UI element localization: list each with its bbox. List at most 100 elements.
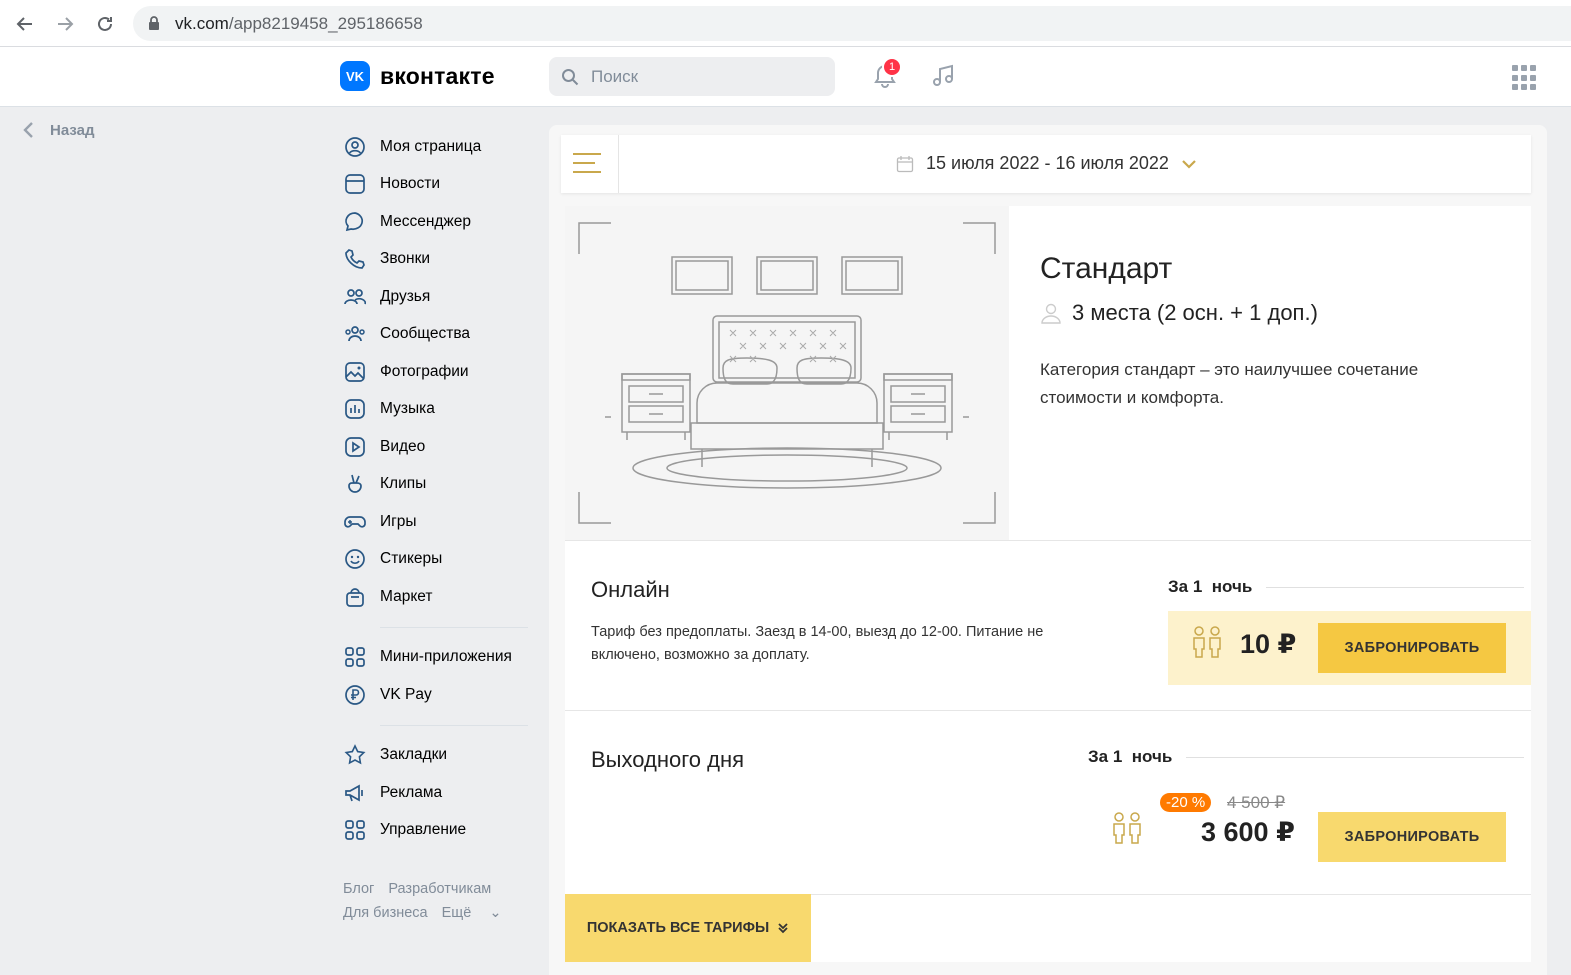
tariff-name: Выходного дня [591,747,745,772]
book-button[interactable]: ЗАБРОНИРОВАТЬ [1318,623,1506,673]
back-label: Назад [50,121,95,139]
show-all-tariffs-button[interactable]: ПОКАЗАТЬ ВСЕ ТАРИФЫ [565,894,811,962]
two-persons-icon [1193,626,1221,658]
url-text: vk.com/app8219458_295186658 [175,14,423,33]
reload-icon [98,16,112,31]
apps-icon [343,645,367,669]
tariff-price: 10 ₽ [1240,629,1297,659]
sidebar-item-label: VK Pay [380,685,432,703]
gamepad-icon [343,510,367,534]
two-persons-icon [1113,812,1141,844]
phone-icon [343,247,367,271]
notification-badge: 1 [882,57,902,77]
old-price: 4 500 ₽ [1227,793,1286,812]
sidebar-item-management[interactable]: Управление [343,812,533,850]
sidebar-item-mini-apps[interactable]: Мини-приложения [343,639,533,677]
browser-back-button[interactable] [12,11,38,37]
chevron-left-icon [23,122,33,138]
tariff-weekend: Выходного дня За 1 ночь -20 % 4 500 ₽ 3 … [565,710,1531,894]
sidebar-item-label: Реклама [380,783,443,801]
divider [811,894,1531,895]
sidebar-item-label: Клипы [380,475,427,493]
sidebar-divider [380,626,528,628]
sidebar-item-news[interactable]: Новости [343,166,533,204]
sidebar-item-stickers[interactable]: Стикеры [343,541,533,579]
back-link[interactable]: Назад [20,120,94,140]
sidebar-item-label: Стикеры [380,550,443,568]
sidebar-item-bookmarks[interactable]: Закладки [343,737,533,775]
footer-more-link[interactable]: Ещё ⌄ [442,905,516,921]
vk-logo-text: вконтакте [380,62,495,89]
sidebar-item-calls[interactable]: Звонки [343,241,533,279]
sidebar-item-clips[interactable]: Клипы [343,466,533,504]
sidebar-item-communities[interactable]: Сообщества [343,316,533,354]
tariff-price: 3 600 ₽ [1201,817,1295,847]
sidebar-item-label: Фотографии [380,362,469,380]
sidebar-item-label: Друзья [380,287,431,305]
sidebar-item-market[interactable]: Маркет [343,578,533,616]
sidebar-item-label: Моя страница [380,137,482,155]
sidebar-item-my-page[interactable]: Моя страница [343,128,533,166]
sidebar-item-video[interactable]: Видео [343,428,533,466]
person-icon [1041,303,1061,324]
browser-reload-button[interactable] [92,11,118,37]
discount-badge: -20 % [1160,793,1212,812]
footer-blog-link[interactable]: Блог [343,881,374,897]
chevron-down-icon: ⌄ [489,905,502,921]
sidebar-item-photos[interactable]: Фотографии [343,353,533,391]
double-chevron-down-icon [778,923,788,934]
price-box: 10 ₽ ЗАБРОНИРОВАТЬ [1168,611,1531,685]
chevron-down-icon [1182,159,1196,169]
sidebar-item-label: Видео [380,437,426,455]
room-illustration [565,206,1009,540]
music-icon[interactable] [929,61,959,91]
sidebar-footer: Блог Разработчикам Для бизнеса Ещё ⌄ [343,877,543,925]
per-night-label: За 1 ночь [1088,747,1525,767]
search-input[interactable] [591,57,821,96]
browser-forward-button[interactable] [52,11,78,37]
sidebar-item-label: Маркет [380,587,433,605]
sidebar-item-vk-pay[interactable]: VK Pay [343,676,533,714]
sidebar-item-label: Новости [380,175,441,193]
sidebar-item-label: Мини-приложения [380,648,512,666]
bedroom-illustration [578,222,996,524]
browser-toolbar: vk.com/app8219458_295186658 [0,0,1571,47]
sidebar-item-label: Музыка [380,400,435,418]
ruble-icon [343,683,367,707]
sidebar-item-music[interactable]: Музыка [343,391,533,429]
apps-icon [343,818,367,842]
date-range-selector[interactable]: 15 июля 2022 - 16 июля 2022 [896,153,1197,174]
book-button[interactable]: ЗАБРОНИРОВАТЬ [1318,812,1506,862]
sidebar-item-games[interactable]: Игры [343,503,533,541]
sidebar-item-friends[interactable]: Друзья [343,278,533,316]
date-range-text: 15 июля 2022 - 16 июля 2022 [926,153,1169,173]
topbar-divider [618,135,619,193]
calendar-icon [896,155,914,172]
tariff-online: Онлайн Тариф без предоплаты. Заезд в 14-… [565,540,1531,710]
star-icon [343,743,367,767]
footer-business-link[interactable]: Для бизнеса [343,905,428,921]
menu-icon[interactable] [573,153,601,175]
sidebar-item-messenger[interactable]: Мессенджер [343,203,533,241]
vk-logo[interactable]: VK вконтакте [340,61,495,91]
sidebar-item-label: Звонки [380,250,431,268]
footer-developers-link[interactable]: Разработчикам [388,881,491,897]
vk-logo-icon: VK [340,61,370,91]
search-icon [562,69,579,86]
user-circle-icon [343,135,367,159]
sidebar-item-label: Мессенджер [380,212,472,230]
arrow-left-icon [16,17,32,31]
services-grid-icon[interactable] [1512,65,1538,91]
vk-header: VK вконтакте 1 [0,47,1571,107]
smile-icon [343,547,367,571]
megaphone-icon [343,781,367,805]
sidebar-item-ads[interactable]: Реклама [343,774,533,812]
address-bar[interactable]: vk.com/app8219458_295186658 [133,6,1571,41]
tariff-description: Тариф без предоплаты. Заезд в 14-00, вые… [591,624,1044,663]
communities-icon [343,322,367,346]
sidebar-item-label: Управление [380,821,467,839]
search-box[interactable] [549,57,835,96]
bag-icon [343,585,367,609]
room-title: Стандарт [1040,252,1173,285]
clips-icon [343,472,367,496]
